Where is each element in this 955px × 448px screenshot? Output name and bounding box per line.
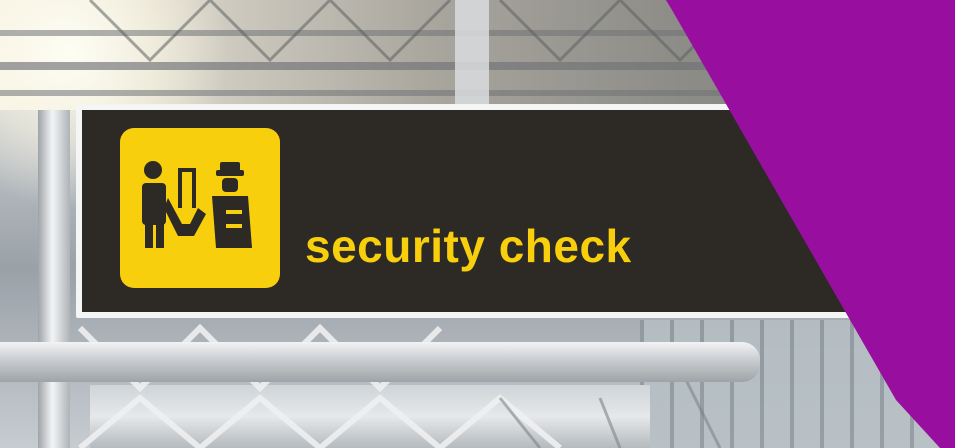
sign-label: security check xyxy=(305,220,632,272)
ceiling-truss xyxy=(88,0,742,63)
sign-post xyxy=(38,110,70,448)
support-pipe xyxy=(0,342,760,382)
airport-photo: security check xyxy=(0,0,955,448)
security-checkpoint-icon xyxy=(120,128,280,288)
